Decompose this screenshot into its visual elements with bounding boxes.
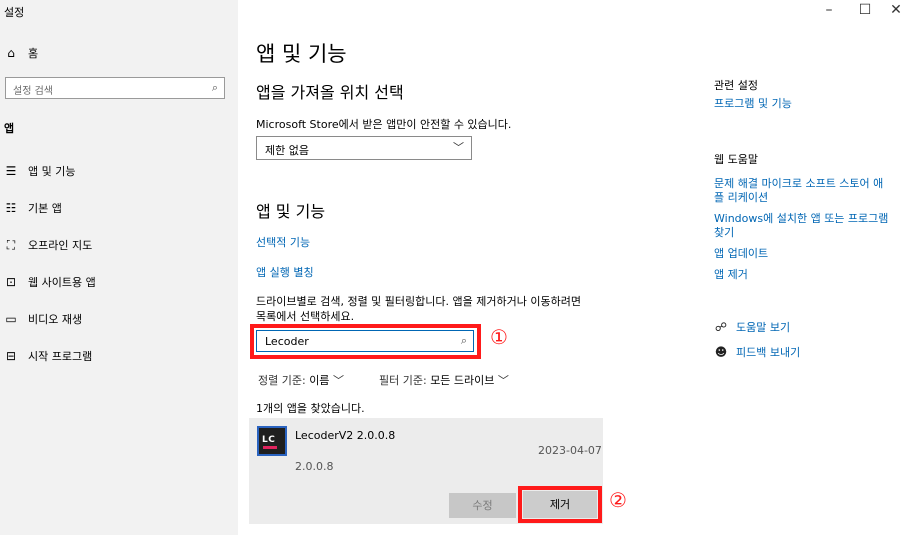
help-link-app-updates[interactable]: 앱 업데이트 xyxy=(714,247,768,261)
search-icon: ⌕ xyxy=(211,81,218,94)
app-logo-text: LC xyxy=(262,435,276,445)
sidebar-item-video-playback[interactable]: ▭ 비디오 재생 xyxy=(4,311,82,327)
get-help-label: 도움말 보기 xyxy=(736,321,791,334)
sidebar-item-default-apps[interactable]: ☷ 기본 앱 xyxy=(4,200,62,216)
chat-help-icon: ☍ xyxy=(714,320,728,334)
app-aliases-link[interactable]: 앱 실행 별칭 xyxy=(256,264,314,280)
instructions-line-2: 목록에서 선택하세요. xyxy=(256,310,355,323)
sidebar-item-label: 시작 프로그램 xyxy=(28,350,93,363)
sort-control[interactable]: 정렬 기준: 이름 ﹀ xyxy=(258,372,344,388)
help-link-line: Windows에 설치한 앱 또는 프로그램 xyxy=(714,212,889,225)
help-link-troubleshoot[interactable]: 문제 해결 마이크로 소프트 스토어 애 플 리케이션 xyxy=(714,177,883,205)
sidebar-item-apps-features[interactable]: ☰ 앱 및 기능 xyxy=(4,163,76,179)
uninstall-button[interactable]: 제거 xyxy=(523,491,597,518)
annotation-2: ② xyxy=(609,488,627,512)
default-apps-icon: ☷ xyxy=(5,201,17,215)
sidebar-home-label: 홈 xyxy=(28,47,39,60)
modify-button[interactable]: 수정 xyxy=(449,493,516,518)
get-help-link[interactable]: ☍ 도움말 보기 xyxy=(714,319,790,335)
source-heading: 앱을 가져올 위치 선택 xyxy=(256,83,404,102)
sidebar-section-title: 앱 xyxy=(4,122,15,135)
sort-label: 정렬 기준: xyxy=(258,374,306,387)
programs-features-link[interactable]: 프로그램 및 기능 xyxy=(714,97,792,111)
optional-features-link[interactable]: 선택적 기능 xyxy=(256,234,310,250)
map-icon: ⛶ xyxy=(6,237,16,252)
app-logo-icon: LC xyxy=(257,426,287,456)
chevron-down-icon: ﹀ xyxy=(497,374,509,387)
sidebar-item-label: 비디오 재생 xyxy=(28,313,83,326)
home-icon: ⌂ xyxy=(7,46,15,60)
list-icon: ☰ xyxy=(5,164,17,178)
app-name: LecoderV2 2.0.0.8 xyxy=(295,429,396,442)
filter-control[interactable]: 필터 기준: 모든 드라이브 ﹀ xyxy=(379,372,509,388)
close-button[interactable]: ✕ xyxy=(886,2,906,18)
app-logo-bar xyxy=(263,446,277,449)
sidebar-item-offline-maps[interactable]: ⛶ 오프라인 지도 xyxy=(4,237,92,253)
help-link-line: 찾기 xyxy=(714,226,735,239)
sidebar-item-startup[interactable]: ⊟ 시작 프로그램 xyxy=(4,348,92,364)
window-title: 설정 xyxy=(4,6,25,19)
chevron-down-icon: ﹀ xyxy=(332,374,344,387)
page-title: 앱 및 기능 xyxy=(256,42,347,66)
sidebar-item-label: 앱 및 기능 xyxy=(28,165,76,178)
result-count: 1개의 앱을 찾았습니다. xyxy=(256,402,365,415)
annotation-1: ① xyxy=(490,325,508,349)
related-settings-heading: 관련 설정 xyxy=(714,79,758,92)
sidebar-item-apps-for-websites[interactable]: ⊡ 웹 사이트용 앱 xyxy=(4,274,96,290)
source-description: Microsoft Store에서 받은 앱만이 안전할 수 있습니다. xyxy=(256,118,512,131)
filter-label: 필터 기준: xyxy=(379,374,427,387)
apps-heading: 앱 및 기능 xyxy=(256,202,326,221)
app-date: 2023-04-07 xyxy=(538,444,602,457)
instructions-line-1: 드라이브별로 검색, 정렬 및 필터링합니다. 앱을 제거하거나 이동하려면 xyxy=(256,295,581,308)
search-icon: ⌕ xyxy=(460,334,467,347)
help-link-remove-apps[interactable]: 앱 제거 xyxy=(714,268,748,282)
minimize-button[interactable]: – xyxy=(819,2,839,18)
feedback-icon: ☻ xyxy=(714,345,728,359)
video-icon: ▭ xyxy=(5,312,17,326)
web-help-heading: 웹 도움말 xyxy=(714,153,758,166)
settings-search-input[interactable]: 설정 검색 ⌕ xyxy=(5,77,225,99)
help-link-line: 플 리케이션 xyxy=(714,191,769,204)
help-link-find-apps[interactable]: Windows에 설치한 앱 또는 프로그램 찾기 xyxy=(714,212,888,240)
maximize-button[interactable]: ☐ xyxy=(855,2,875,18)
sidebar-item-label: 오프라인 지도 xyxy=(28,239,93,252)
dropdown-value: 제한 없음 xyxy=(265,144,309,157)
website-app-icon: ⊡ xyxy=(5,275,17,289)
startup-icon: ⊟ xyxy=(5,349,17,363)
sort-value: 이름 xyxy=(309,374,330,387)
help-link-line: 문제 해결 마이크로 소프트 스토어 애 xyxy=(714,177,884,190)
sidebar-item-label: 웹 사이트용 앱 xyxy=(28,276,96,289)
app-search-value: Lecoder xyxy=(265,335,309,348)
sidebar-item-label: 기본 앱 xyxy=(28,202,62,215)
app-version: 2.0.0.8 xyxy=(295,460,334,473)
sidebar-home[interactable]: ⌂ 홈 xyxy=(4,45,38,61)
settings-search-placeholder: 설정 검색 xyxy=(13,86,53,97)
feedback-link[interactable]: ☻ 피드백 보내기 xyxy=(714,344,800,360)
filter-value: 모든 드라이브 xyxy=(430,374,495,387)
feedback-label: 피드백 보내기 xyxy=(736,346,801,359)
chevron-down-icon: ﹀ xyxy=(453,141,464,154)
app-search-input[interactable]: Lecoder ⌕ xyxy=(256,330,474,352)
app-source-dropdown[interactable]: 제한 없음 ﹀ xyxy=(256,136,472,160)
